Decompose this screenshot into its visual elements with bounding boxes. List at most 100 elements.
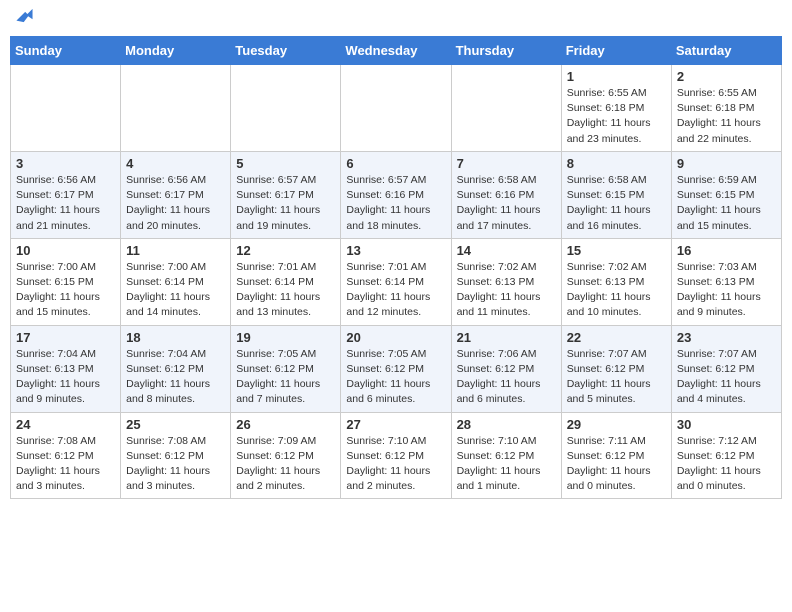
calendar-cell: 20 Sunrise: 7:05 AMSunset: 6:12 PMDayligh…	[341, 325, 451, 412]
col-header-friday: Friday	[561, 37, 671, 65]
calendar-cell	[121, 65, 231, 152]
day-info: Sunrise: 7:07 AMSunset: 6:12 PMDaylight:…	[567, 347, 666, 408]
calendar-cell: 4 Sunrise: 6:56 AMSunset: 6:17 PMDaylight…	[121, 151, 231, 238]
day-number: 21	[457, 330, 556, 345]
calendar-cell: 28Sunrise: 7:10 AMSunset: 6:12 PMDayligh…	[451, 412, 561, 499]
day-info: Sunrise: 7:00 AMSunset: 6:14 PMDaylight:…	[126, 260, 225, 321]
day-number: 19	[236, 330, 335, 345]
day-info: Sunrise: 7:00 AMSunset: 6:15 PMDaylight:…	[16, 260, 115, 321]
day-info: Sunrise: 7:05 AMSunset: 6:12 PMDaylight:…	[346, 347, 445, 408]
calendar-cell: 26 Sunrise: 7:09 AMSunset: 6:12 PMDayligh…	[231, 412, 341, 499]
day-info: Sunrise: 7:04 AMSunset: 6:12 PMDaylight:…	[126, 347, 225, 408]
day-number: 9	[677, 156, 776, 171]
calendar-cell: 17 Sunrise: 7:04 AMSunset: 6:13 PMDayligh…	[11, 325, 121, 412]
day-info: Sunrise: 6:55 AMSunset: 6:18 PMDaylight:…	[677, 86, 776, 147]
calendar-cell: 27Sunrise: 7:10 AMSunset: 6:12 PMDayligh…	[341, 412, 451, 499]
col-header-wednesday: Wednesday	[341, 37, 451, 65]
calendar-cell: 16 Sunrise: 7:03 AMSunset: 6:13 PMDayligh…	[671, 238, 781, 325]
day-number: 6	[346, 156, 445, 171]
calendar-cell: 9 Sunrise: 6:59 AMSunset: 6:15 PMDaylight…	[671, 151, 781, 238]
col-header-sunday: Sunday	[11, 37, 121, 65]
day-number: 26	[236, 417, 335, 432]
calendar-cell: 1 Sunrise: 6:55 AMSunset: 6:18 PMDaylight…	[561, 65, 671, 152]
day-number: 8	[567, 156, 666, 171]
day-info: Sunrise: 7:03 AMSunset: 6:13 PMDaylight:…	[677, 260, 776, 321]
calendar-cell: 22 Sunrise: 7:07 AMSunset: 6:12 PMDayligh…	[561, 325, 671, 412]
day-info: Sunrise: 6:56 AMSunset: 6:17 PMDaylight:…	[126, 173, 225, 234]
calendar-cell: 13 Sunrise: 7:01 AMSunset: 6:14 PMDayligh…	[341, 238, 451, 325]
calendar-cell: 30 Sunrise: 7:12 AMSunset: 6:12 PMDayligh…	[671, 412, 781, 499]
day-number: 14	[457, 243, 556, 258]
day-number: 24	[16, 417, 115, 432]
calendar-cell	[341, 65, 451, 152]
day-info: Sunrise: 7:12 AMSunset: 6:12 PMDaylight:…	[677, 434, 776, 495]
day-number: 29	[567, 417, 666, 432]
day-number: 27	[346, 417, 445, 432]
day-info: Sunrise: 6:56 AMSunset: 6:17 PMDaylight:…	[16, 173, 115, 234]
day-info: Sunrise: 7:09 AMSunset: 6:12 PMDaylight:…	[236, 434, 335, 495]
day-number: 20	[346, 330, 445, 345]
calendar-cell	[231, 65, 341, 152]
col-header-monday: Monday	[121, 37, 231, 65]
day-number: 23	[677, 330, 776, 345]
header-row: SundayMondayTuesdayWednesdayThursdayFrid…	[11, 37, 782, 65]
day-info: Sunrise: 6:57 AMSunset: 6:16 PMDaylight:…	[346, 173, 445, 234]
calendar-cell: 19 Sunrise: 7:05 AMSunset: 6:12 PMDayligh…	[231, 325, 341, 412]
calendar-cell: 14 Sunrise: 7:02 AMSunset: 6:13 PMDayligh…	[451, 238, 561, 325]
calendar-week-row: 3 Sunrise: 6:56 AMSunset: 6:17 PMDaylight…	[11, 151, 782, 238]
col-header-thursday: Thursday	[451, 37, 561, 65]
calendar-cell: 11 Sunrise: 7:00 AMSunset: 6:14 PMDayligh…	[121, 238, 231, 325]
day-number: 17	[16, 330, 115, 345]
calendar-cell: 15 Sunrise: 7:02 AMSunset: 6:13 PMDayligh…	[561, 238, 671, 325]
day-info: Sunrise: 7:02 AMSunset: 6:13 PMDaylight:…	[567, 260, 666, 321]
calendar-cell: 10 Sunrise: 7:00 AMSunset: 6:15 PMDayligh…	[11, 238, 121, 325]
day-info: Sunrise: 7:01 AMSunset: 6:14 PMDaylight:…	[236, 260, 335, 321]
day-number: 12	[236, 243, 335, 258]
day-info: Sunrise: 6:59 AMSunset: 6:15 PMDaylight:…	[677, 173, 776, 234]
calendar-cell: 6 Sunrise: 6:57 AMSunset: 6:16 PMDaylight…	[341, 151, 451, 238]
day-info: Sunrise: 7:06 AMSunset: 6:12 PMDaylight:…	[457, 347, 556, 408]
col-header-saturday: Saturday	[671, 37, 781, 65]
day-number: 13	[346, 243, 445, 258]
calendar-cell: 5Sunrise: 6:57 AMSunset: 6:17 PMDaylight…	[231, 151, 341, 238]
day-info: Sunrise: 7:07 AMSunset: 6:12 PMDaylight:…	[677, 347, 776, 408]
calendar-table: SundayMondayTuesdayWednesdayThursdayFrid…	[10, 36, 782, 499]
day-info: Sunrise: 7:02 AMSunset: 6:13 PMDaylight:…	[457, 260, 556, 321]
day-number: 30	[677, 417, 776, 432]
day-info: Sunrise: 6:57 AMSunset: 6:17 PMDaylight:…	[236, 173, 335, 234]
day-info: Sunrise: 7:05 AMSunset: 6:12 PMDaylight:…	[236, 347, 335, 408]
calendar-cell: 12 Sunrise: 7:01 AMSunset: 6:14 PMDayligh…	[231, 238, 341, 325]
calendar-week-row: 1 Sunrise: 6:55 AMSunset: 6:18 PMDaylight…	[11, 65, 782, 152]
day-info: Sunrise: 7:04 AMSunset: 6:13 PMDaylight:…	[16, 347, 115, 408]
calendar-cell: 2 Sunrise: 6:55 AMSunset: 6:18 PMDaylight…	[671, 65, 781, 152]
day-info: Sunrise: 6:55 AMSunset: 6:18 PMDaylight:…	[567, 86, 666, 147]
calendar-cell: 18Sunrise: 7:04 AMSunset: 6:12 PMDayligh…	[121, 325, 231, 412]
calendar-cell: 7Sunrise: 6:58 AMSunset: 6:16 PMDaylight…	[451, 151, 561, 238]
day-number: 16	[677, 243, 776, 258]
day-number: 7	[457, 156, 556, 171]
day-number: 11	[126, 243, 225, 258]
logo-bird-icon	[12, 6, 34, 28]
day-number: 4	[126, 156, 225, 171]
day-number: 15	[567, 243, 666, 258]
day-number: 10	[16, 243, 115, 258]
logo	[10, 14, 34, 28]
calendar-cell	[11, 65, 121, 152]
day-number: 22	[567, 330, 666, 345]
calendar-cell: 8Sunrise: 6:58 AMSunset: 6:15 PMDaylight…	[561, 151, 671, 238]
calendar-week-row: 17 Sunrise: 7:04 AMSunset: 6:13 PMDayligh…	[11, 325, 782, 412]
calendar-week-row: 24Sunrise: 7:08 AMSunset: 6:12 PMDayligh…	[11, 412, 782, 499]
day-info: Sunrise: 7:01 AMSunset: 6:14 PMDaylight:…	[346, 260, 445, 321]
calendar-cell: 25Sunrise: 7:08 AMSunset: 6:12 PMDayligh…	[121, 412, 231, 499]
calendar-cell: 3 Sunrise: 6:56 AMSunset: 6:17 PMDaylight…	[11, 151, 121, 238]
calendar-week-row: 10 Sunrise: 7:00 AMSunset: 6:15 PMDayligh…	[11, 238, 782, 325]
calendar-cell: 24Sunrise: 7:08 AMSunset: 6:12 PMDayligh…	[11, 412, 121, 499]
calendar-cell	[451, 65, 561, 152]
day-number: 3	[16, 156, 115, 171]
day-number: 1	[567, 69, 666, 84]
header	[10, 10, 782, 28]
calendar-cell: 21 Sunrise: 7:06 AMSunset: 6:12 PMDayligh…	[451, 325, 561, 412]
day-info: Sunrise: 7:11 AMSunset: 6:12 PMDaylight:…	[567, 434, 666, 495]
day-info: Sunrise: 7:10 AMSunset: 6:12 PMDaylight:…	[457, 434, 556, 495]
day-number: 2	[677, 69, 776, 84]
